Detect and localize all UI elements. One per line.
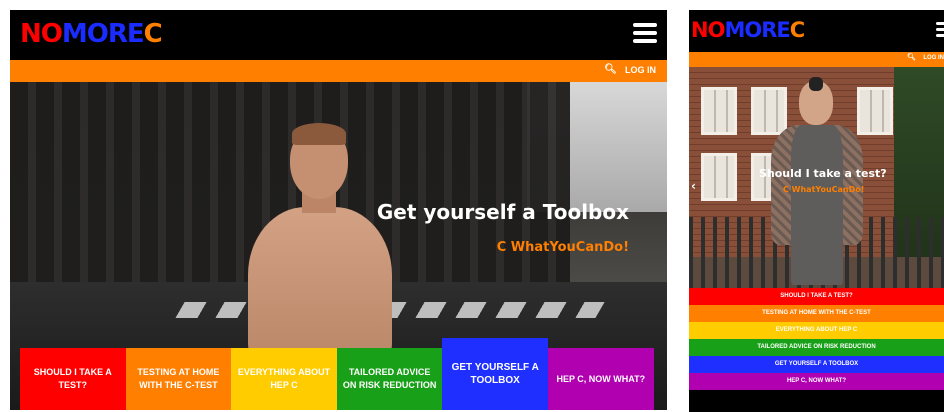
login-link[interactable]: LOG IN (923, 55, 944, 61)
topic-tile[interactable]: EVERYTHING ABOUT HEP C (231, 348, 337, 410)
mobile-nav-item[interactable]: HEP C, NOW WHAT? (689, 373, 944, 390)
utility-bar: 🔍︎ LOG IN (689, 52, 944, 67)
mobile-nav-item[interactable]: EVERYTHING ABOUT HEP C (689, 322, 944, 339)
logo-letter: N (691, 18, 709, 42)
mobile-nav-item[interactable]: SHOULD I TAKE A TEST? (689, 288, 944, 305)
mobile-nav-item[interactable]: TAILORED ADVICE ON RISK REDUCTION (689, 339, 944, 356)
logo-letter: O (86, 19, 109, 49)
page: NOMOREC 🔍︎ LOG IN Get yourself a Toolbox… (0, 0, 944, 412)
logo-letter: E (126, 19, 145, 49)
mobile-nav-item[interactable]: TESTING AT HOME WITH THE C-TEST (689, 305, 944, 322)
hero-subtitle: C WhatYouCanDo! (783, 185, 865, 194)
carousel-prev-icon[interactable]: ‹ (691, 179, 696, 193)
topic-tile[interactable]: TAILORED ADVICE ON RISK REDUCTION (336, 348, 443, 410)
logo-letter: R (107, 19, 128, 49)
logo-letter: N (20, 19, 42, 49)
logo[interactable]: NOMOREC (691, 18, 805, 42)
hero-title: Get yourself a Toolbox (376, 200, 629, 224)
site-header: NOMOREC (10, 10, 667, 60)
logo-letter: C (789, 18, 805, 42)
logo-letter: M (61, 19, 88, 49)
topic-tiles: SHOULD I TAKE A TEST? TESTING AT HOME WIT… (20, 330, 654, 410)
logo-letter: O (744, 18, 762, 42)
topic-tile[interactable]: TESTING AT HOME WITH THE C-TEST (125, 348, 232, 410)
logo[interactable]: NOMOREC (20, 19, 163, 49)
utility-bar: 🔍︎ LOG IN (10, 60, 667, 82)
hamburger-icon[interactable] (936, 22, 944, 40)
logo-letter: M (724, 18, 745, 42)
logo-letter: O (40, 19, 63, 49)
mobile-nav: SHOULD I TAKE A TEST? TESTING AT HOME WIT… (689, 288, 944, 412)
topic-tile[interactable]: GET YOURSELF A TOOLBOX (442, 338, 548, 410)
logo-letter: O (707, 18, 726, 42)
search-icon[interactable]: 🔍︎ (907, 53, 916, 61)
logo-letter: C (143, 19, 163, 49)
mobile-view: NOMOREC 🔍︎ LOG IN ‹ Should I take a test… (689, 10, 944, 412)
search-icon[interactable]: 🔍︎ (604, 64, 617, 75)
hamburger-icon[interactable] (633, 23, 657, 47)
logo-letter: E (776, 18, 790, 42)
logo-letter: R (761, 18, 777, 42)
desktop-view: NOMOREC 🔍︎ LOG IN Get yourself a Toolbox… (10, 10, 667, 410)
hero-subtitle: C WhatYouCanDo! (496, 240, 629, 255)
login-link[interactable]: LOG IN (625, 65, 656, 75)
topic-tile[interactable]: HEP C, NOW WHAT? (548, 348, 654, 410)
hero-title: Should I take a test? (759, 167, 887, 180)
hero-banner: ‹ Should I take a test? C WhatYouCanDo! (689, 67, 944, 288)
mobile-nav-item[interactable]: GET YOURSELF A TOOLBOX (689, 356, 944, 373)
topic-tile[interactable]: SHOULD I TAKE A TEST? (20, 348, 126, 410)
